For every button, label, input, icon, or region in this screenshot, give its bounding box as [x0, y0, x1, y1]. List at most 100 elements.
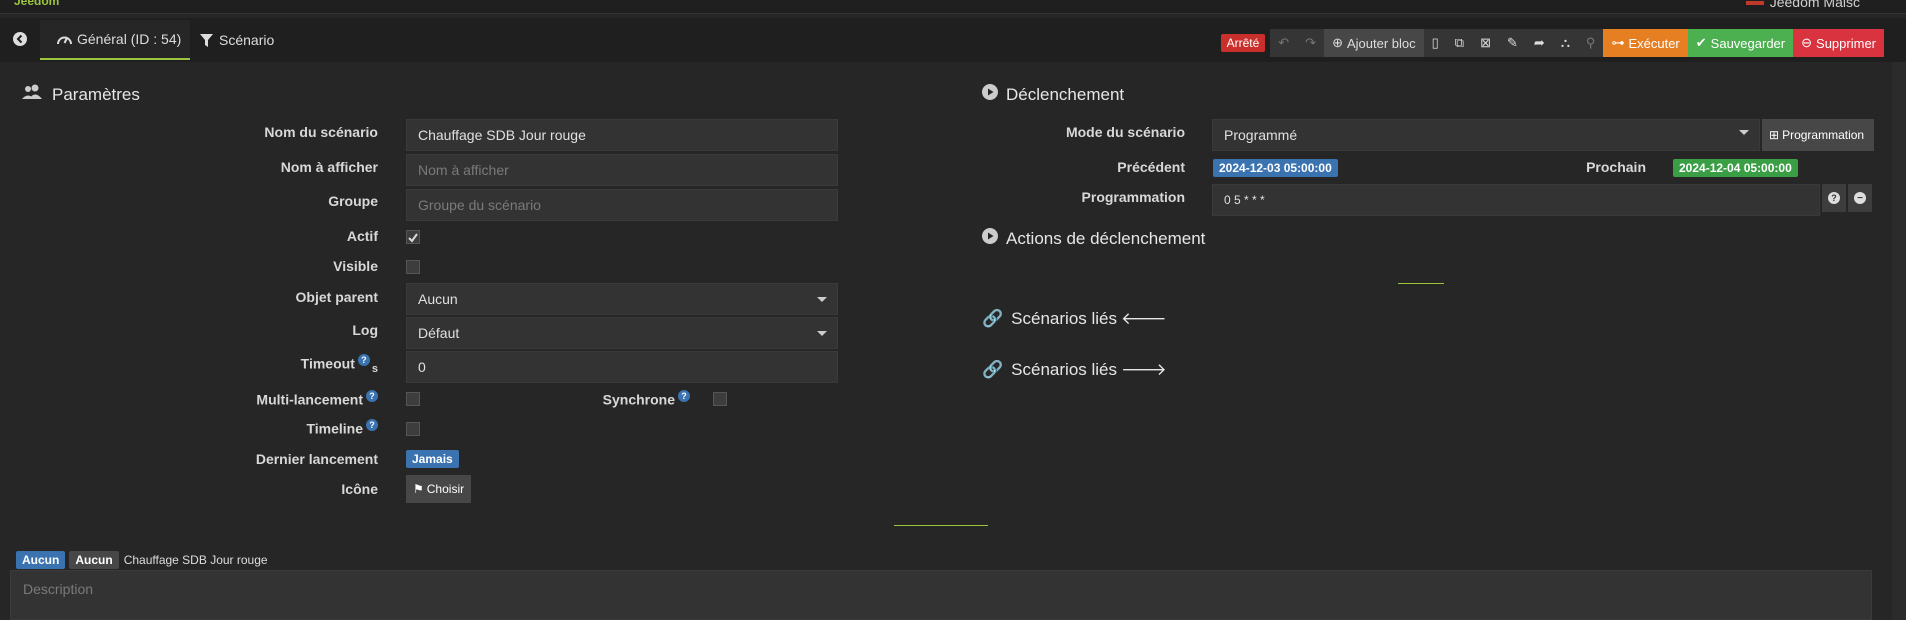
caret-down-icon [817, 331, 827, 336]
undo-button[interactable]: ↶ [1270, 29, 1297, 57]
parent-object-value: Aucun [418, 291, 458, 307]
user-menu[interactable]: Jeedom Maisc [1745, 0, 1860, 10]
tab-scenario-label: Scénario [219, 32, 275, 48]
timeout-input[interactable]: 0 [406, 351, 838, 383]
synchrone-label: Synchrone? [572, 390, 690, 408]
cron-actions: ? − [1820, 184, 1872, 212]
parametres-heading: Paramètres [22, 84, 140, 105]
delete-button[interactable]: ⊖ Supprimer [1793, 29, 1884, 57]
cron-remove-button[interactable]: − [1848, 184, 1872, 212]
tab-scenario[interactable]: Scénario [192, 20, 276, 60]
actif-checkbox[interactable] [406, 230, 420, 244]
status-badge: Arrêté [1220, 34, 1266, 52]
choose-icon-button[interactable]: ⚑ Choisir [406, 475, 472, 503]
synchrone-checkbox[interactable] [713, 392, 727, 406]
group-badge: Aucun [69, 551, 119, 569]
flag-icon: ⚑ [413, 482, 424, 496]
question-circle-icon[interactable]: ? [366, 390, 378, 402]
users-cog-icon [22, 84, 44, 105]
precedent-label: Précédent [1117, 159, 1185, 175]
timeline-label: Timeline? [178, 419, 378, 437]
mode-label: Mode du scénario [1065, 124, 1185, 140]
description-textarea[interactable]: Description [10, 570, 1872, 620]
divider-line [894, 525, 988, 526]
app-logo: Jeedom [14, 0, 60, 8]
edit-icon: ✎ [1507, 35, 1518, 50]
prog-label: Programmation [1081, 189, 1185, 205]
save-button[interactable]: ✔ Sauvegarder [1687, 29, 1794, 57]
play-circle-icon [982, 228, 998, 249]
last-run-badge: Jamais [406, 450, 459, 468]
log-value: Défaut [418, 325, 460, 341]
cubes-icon: ⛬ [1560, 35, 1570, 50]
add-block-button[interactable]: ⊕ Ajouter bloc [1324, 29, 1424, 57]
mode-select[interactable]: Programmé [1212, 119, 1760, 151]
edit-button[interactable]: ✎ [1499, 29, 1526, 57]
timeline-checkbox[interactable] [406, 422, 420, 436]
play-circle-icon [982, 84, 998, 105]
question-circle-icon[interactable]: ? [357, 354, 370, 366]
group-input[interactable]: Groupe du scénario [406, 189, 838, 221]
export-button[interactable]: ➦ [1526, 29, 1553, 57]
log-label: Log [352, 322, 378, 338]
summary-scenario-name: Chauffage SDB Jour rouge [123, 553, 268, 567]
arrow-circle-left-icon [13, 31, 27, 49]
divider-line [1398, 283, 1444, 284]
display-name-input[interactable]: Nom à afficher [406, 154, 838, 186]
icone-label: Icône [341, 481, 378, 497]
objet-label: Objet parent [295, 289, 378, 305]
delete-label: Supprimer [1816, 35, 1876, 51]
actif-label: Actif [346, 228, 378, 244]
gamepad-icon: ⊶ [1611, 35, 1625, 50]
template-icon: ⊠ [1480, 35, 1491, 50]
mode-value: Programmé [1224, 127, 1298, 143]
arrow-left-icon: 🡐 [1121, 309, 1167, 328]
multi-label: Multi-lancement? [178, 390, 378, 408]
question-circle-icon[interactable]: ? [678, 390, 690, 402]
duplicate-button[interactable]: ⧉ [1447, 29, 1472, 57]
link-icon: 🔗 [982, 360, 1004, 379]
copy-icon: ⧉ [1454, 35, 1465, 50]
tab-bar: Général (ID : 54) Scénario Arrêté ↶ ↷ ⊕ A… [0, 18, 1906, 62]
execute-label: Exécuter [1628, 35, 1680, 51]
plus-square-icon: ⊞ [1769, 128, 1780, 142]
log-select[interactable]: Défaut [406, 317, 838, 349]
caret-down-icon [817, 297, 827, 302]
execute-button[interactable]: ⊶ Exécuter [1603, 29, 1688, 57]
previous-run-badge: 2024-12-03 05:00:00 [1213, 159, 1338, 177]
synchrone-text: Synchrone [602, 391, 675, 408]
declenchement-heading: Déclenchement [982, 84, 1124, 105]
multi-text: Multi-lancement [256, 391, 363, 408]
parent-object-select[interactable]: Aucun [406, 283, 838, 315]
tab-general[interactable]: Général (ID : 54) [40, 20, 190, 60]
back-button[interactable] [8, 20, 32, 60]
groupe-label: Groupe [328, 193, 378, 209]
minus-circle-icon: ⊖ [1801, 35, 1813, 50]
visible-label: Visible [333, 258, 378, 274]
cubes-button[interactable]: ⛬ [1553, 29, 1578, 57]
programmation-button[interactable]: ⊞ Programmation [1762, 119, 1874, 151]
visible-checkbox[interactable] [406, 260, 420, 274]
question-circle-icon: ? [1828, 192, 1840, 204]
multi-checkbox[interactable] [406, 392, 420, 406]
templates-button[interactable]: ⊠ [1472, 29, 1499, 57]
cron-input[interactable]: 0 5 * * * [1212, 184, 1820, 216]
scenario-summary: Aucun Aucun Chauffage SDB Jour rouge [16, 551, 268, 569]
check-circle-icon: ✔ [1695, 35, 1707, 50]
object-badge: Aucun [16, 551, 66, 569]
toolbar-button-group: ↶ ↷ ⊕ Ajouter bloc ▯ ⧉ ⊠ ✎ ➦ ⛬ ⚲ [1270, 29, 1604, 57]
declenchement-title: Déclenchement [1006, 84, 1125, 104]
parametres-title: Paramètres [52, 84, 140, 104]
caret-down-icon [1739, 130, 1749, 135]
linked-in-title: Scénarios liés [1011, 309, 1117, 328]
undo-icon: ↶ [1278, 35, 1290, 50]
programmation-button-label: Programmation [1782, 128, 1865, 142]
cron-help-button[interactable]: ? [1822, 184, 1846, 212]
flag-icon [1745, 1, 1764, 6]
redo-button[interactable]: ↷ [1297, 29, 1324, 57]
search-button[interactable]: ⚲ [1578, 29, 1604, 57]
question-circle-icon[interactable]: ? [366, 419, 378, 431]
scrollbar[interactable] [1892, 62, 1906, 620]
scenario-name-input[interactable]: Chauffage SDB Jour rouge [406, 119, 838, 151]
log-button[interactable]: ▯ [1424, 29, 1447, 57]
